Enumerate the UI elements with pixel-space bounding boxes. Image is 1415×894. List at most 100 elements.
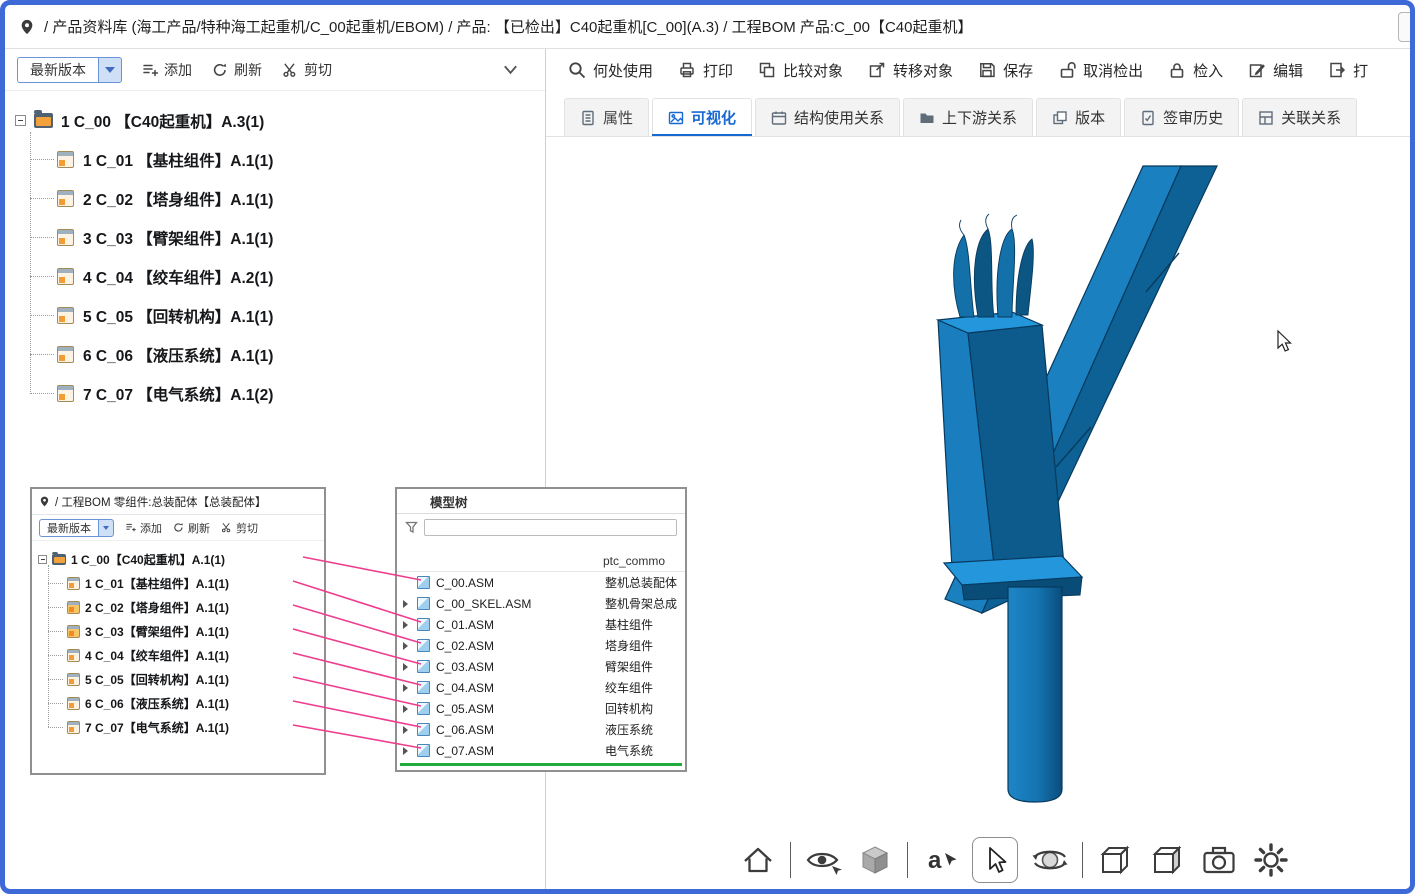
tree-item[interactable]: 1 C_01【基柱组件】A.1(1) [38,571,324,595]
annotate-icon: a [921,841,959,879]
refresh-button[interactable]: 刷新 [173,520,210,536]
tab-visualization[interactable]: 可视化 [652,98,752,136]
action-save[interactable]: 保存 [978,60,1033,81]
select-arrow-icon [976,841,1014,879]
structure-toolbar: 最新版本 添加 [5,49,545,91]
tree-item[interactable]: 3 C_03【臂架组件】A.1(1) [38,619,324,643]
eye-icon [804,841,842,879]
filter-funnel-icon[interactable] [405,521,418,534]
clipped-corner-control[interactable] [1398,12,1410,42]
tree-item[interactable]: 5 C_05 【回转机构】A.1(1) [15,296,545,335]
model-tree-row[interactable]: C_03.ASM 臂架组件 [397,656,685,677]
version-filter-dropdown[interactable]: 最新版本 [39,519,114,537]
refresh-button[interactable]: 刷新 [212,60,262,80]
action-print[interactable]: 打印 [678,60,733,81]
collapse-expander-icon[interactable] [15,115,26,126]
tab-updownstream[interactable]: 上下游关系 [903,98,1033,136]
tab-structure-usage[interactable]: 结构使用关系 [755,98,900,136]
home-view-button[interactable] [738,840,778,880]
tree-item[interactable]: 3 C_03 【臂架组件】A.1(1) [15,218,545,257]
model-tree-row[interactable]: C_06.ASM 液压系统 [397,719,685,740]
shaded-view-button[interactable] [855,840,895,880]
model-tree-row[interactable]: C_01.ASM 基柱组件 [397,614,685,635]
orbit-button[interactable] [1030,840,1070,880]
tab-relations[interactable]: 关联关系 [1242,98,1357,136]
solid-box-button[interactable] [1147,840,1187,880]
ebom-tree: 1 C_00 【C40起重机】A.3(1) 1 C_01 【基柱组件】A.1(1… [5,91,545,413]
add-button[interactable]: 添加 [125,520,162,536]
part-icon [57,229,74,246]
model-tree-row[interactable]: C_07.ASM 电气系统 [397,740,685,761]
tree-item[interactable]: 5 C_05【回转机构】A.1(1) [38,667,324,691]
collapse-expander-icon[interactable] [38,555,47,564]
add-button[interactable]: 添加 [142,60,192,80]
detail-tabs: 属性 可视化 结构使用关系 上下游关系 [546,91,1410,137]
model-tree-row[interactable]: C_04.ASM 绞车组件 [397,677,685,698]
expand-arrow-icon[interactable] [403,642,417,650]
tree-item[interactable]: 7 C_07【电气系统】A.1(1) [38,715,324,739]
tree-root-item[interactable]: 1 C_00【C40起重机】A.1(1) [38,547,324,571]
collapse-toolbar-button[interactable] [502,63,519,77]
assembly-cube-icon [417,744,430,757]
settings-button[interactable] [1251,840,1291,880]
action-compare[interactable]: 比较对象 [758,60,843,81]
model-tree-row[interactable]: C_05.ASM 回转机构 [397,698,685,719]
dropdown-arrow-icon[interactable] [98,519,114,537]
cut-button[interactable]: 剪切 [282,60,332,80]
tree-item[interactable]: 2 C_02 【塔身组件】A.1(1) [15,179,545,218]
tree-item[interactable]: 2 C_02【塔身组件】A.1(1) [38,595,324,619]
tree-item[interactable]: 7 C_07 【电气系统】A.1(2) [15,374,545,413]
expand-arrow-icon[interactable] [403,747,417,755]
model-tree-row[interactable]: C_02.ASM 塔身组件 [397,635,685,656]
model-tree-row[interactable]: C_00.ASM 整机总装配体 [397,572,685,593]
base-cylinder [1008,587,1062,802]
tree-item[interactable]: 1 C_01 【基柱组件】A.1(1) [15,140,545,179]
action-transfer[interactable]: 转移对象 [868,60,953,81]
cut-button[interactable]: 剪切 [221,520,258,536]
part-icon [57,190,74,207]
part-icon-modified [67,601,80,614]
tree-item[interactable]: 4 C_04 【绞车组件】A.2(1) [15,257,545,296]
tab-review-history[interactable]: 签审历史 [1124,98,1239,136]
model-tree-filter-input[interactable] [424,519,677,536]
tree-root-item[interactable]: 1 C_00 【C40起重机】A.3(1) [15,101,545,140]
version-filter-dropdown[interactable]: 最新版本 [17,57,122,83]
model-tree-title: 模型树 [397,489,685,514]
dropdown-arrow-icon[interactable] [98,57,122,83]
image-icon [668,110,684,126]
grid-doc-icon [1258,110,1274,126]
part-icon [67,721,80,734]
action-checkin[interactable]: 检入 [1168,60,1223,81]
expand-arrow-icon[interactable] [403,684,417,692]
expand-arrow-icon[interactable] [403,663,417,671]
tree-item[interactable]: 4 C_04【绞车组件】A.1(1) [38,643,324,667]
green-status-bar [400,763,682,766]
action-cancel-checkout[interactable]: 取消检出 [1058,60,1143,81]
app-window: / 产品资料库 (海工产品/特种海工起重机/C_00起重机/EBOM) / 产品… [0,0,1415,894]
assembly-cube-icon [417,660,430,673]
wireframe-box-button[interactable] [1095,840,1135,880]
action-where-used[interactable]: 何处使用 [568,60,653,81]
assembly-cube-icon [417,639,430,652]
annotate-button[interactable]: a [920,840,960,880]
tree-item[interactable]: 6 C_06【液压系统】A.1(1) [38,691,324,715]
expand-arrow-icon[interactable] [403,726,417,734]
action-edit[interactable]: 编辑 [1248,60,1303,81]
tab-properties[interactable]: 属性 [564,98,649,136]
action-open[interactable]: 打 [1328,60,1368,81]
view-options-button[interactable] [803,840,843,880]
assembly-cube-icon [417,597,430,610]
select-tool-button[interactable] [972,837,1018,883]
object-actions-toolbar: 何处使用 打印 比较对象 转移对象 [546,49,1410,91]
tab-version[interactable]: 版本 [1036,98,1121,136]
unlock-icon [1058,61,1076,79]
tree-item[interactable]: 6 C_06 【液压系统】A.1(1) [15,335,545,374]
assembly-cube-icon [417,702,430,715]
expand-arrow-icon[interactable] [403,600,417,608]
expand-arrow-icon[interactable] [403,705,417,713]
add-icon [142,62,158,78]
folder-icon [919,110,935,126]
expand-arrow-icon[interactable] [403,621,417,629]
snapshot-button[interactable] [1199,840,1239,880]
model-tree-row[interactable]: C_00_SKEL.ASM 整机骨架总成 [397,593,685,614]
